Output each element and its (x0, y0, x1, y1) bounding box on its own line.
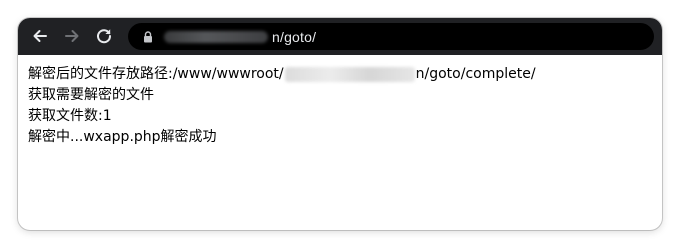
url-redacted-segment (164, 30, 268, 43)
lock-icon[interactable] (142, 30, 154, 44)
page-output: 解密后的文件存放路径:/www/wwwroot/n/goto/complete/… (28, 64, 652, 148)
path-suffix-text: n/goto/complete/ (415, 66, 536, 82)
address-bar[interactable]: n/goto/ (128, 23, 654, 50)
browser-toolbar: n/goto/ (18, 18, 662, 55)
output-line-count: 获取文件数:1 (28, 108, 112, 124)
forward-arrow-icon[interactable] (62, 26, 82, 46)
reload-icon[interactable] (94, 26, 114, 46)
output-line-result: 解密中...wxapp.php解密成功 (28, 129, 217, 145)
browser-window: n/goto/ 解密后的文件存放路径:/www/wwwroot/n/goto/c… (18, 18, 662, 230)
output-line-path: 解密后的文件存放路径:/www/wwwroot/n/goto/complete/ (28, 64, 652, 85)
output-line-fetch: 获取需要解密的文件 (28, 87, 154, 103)
path-prefix-text: 解密后的文件存放路径:/www/wwwroot/ (28, 66, 284, 82)
path-redacted-segment (284, 66, 415, 82)
back-arrow-icon[interactable] (30, 26, 50, 46)
url-text[interactable]: n/goto/ (272, 29, 316, 45)
